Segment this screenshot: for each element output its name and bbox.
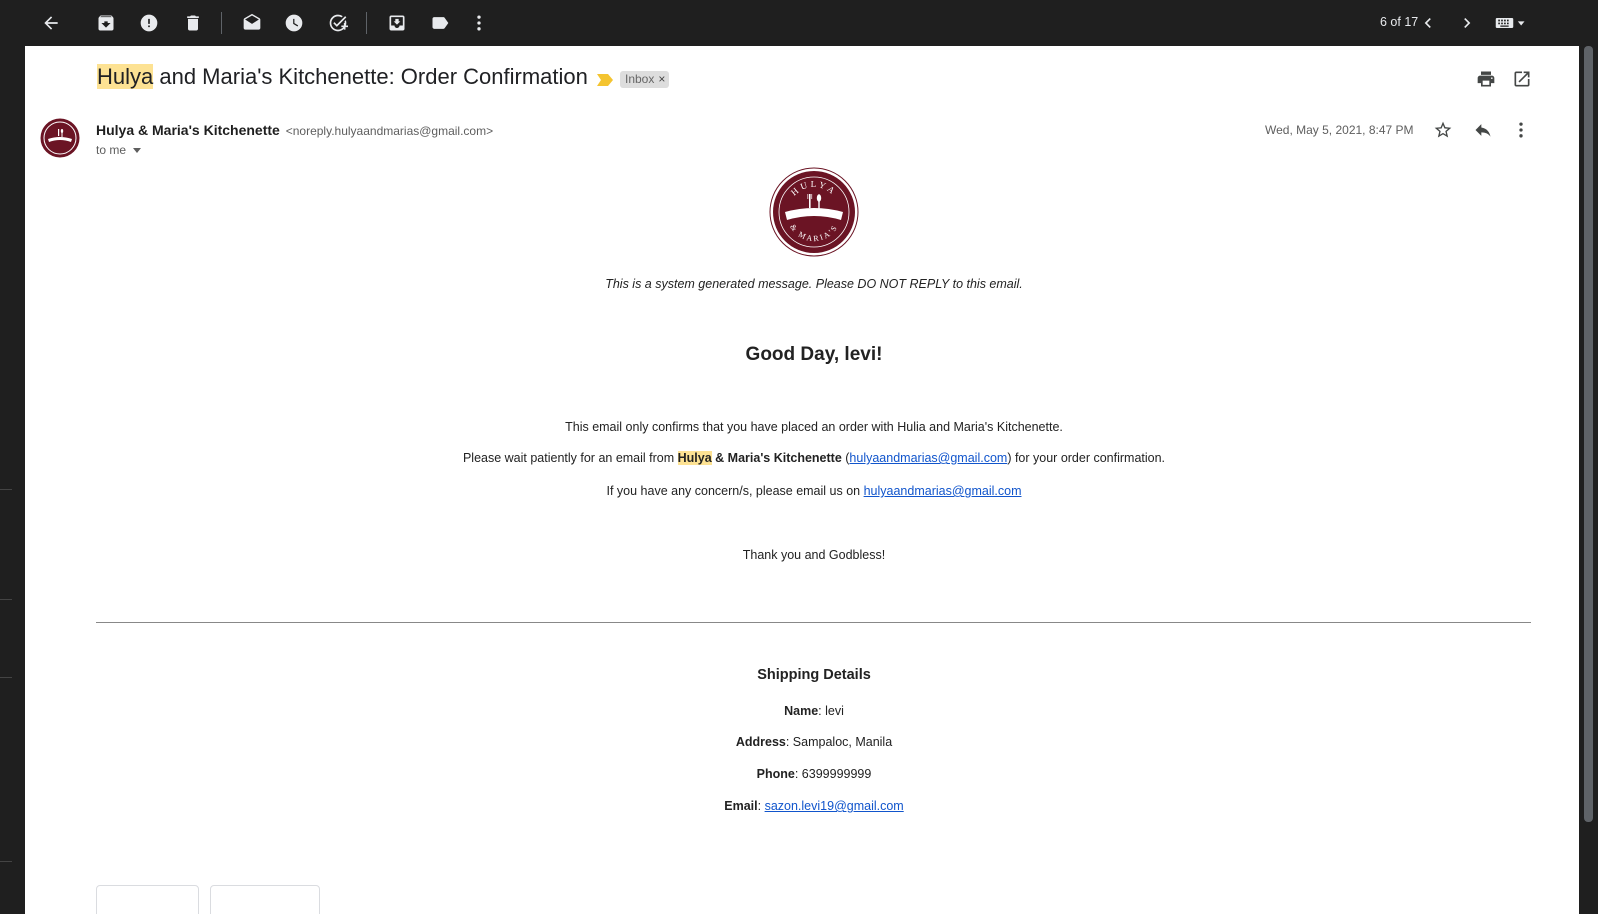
add-task-icon[interactable] — [326, 11, 350, 35]
more-vert-icon[interactable] — [467, 11, 491, 35]
concern-email-link[interactable]: hulyaandmarias@gmail.com — [864, 484, 1022, 498]
line3-prefix: If you have any concern/s, please email … — [606, 484, 864, 498]
shipping-name-row: Name: levi — [25, 704, 1579, 718]
inbox-label: Inbox — [625, 72, 655, 86]
shipping-email-row: Email: sazon.levi19@gmail.com — [25, 799, 1579, 813]
section-divider — [96, 622, 1531, 623]
shipping-title: Shipping Details — [757, 667, 871, 683]
to-line: to me — [96, 143, 127, 157]
email-separator: : — [757, 799, 765, 813]
sender-name[interactable]: Hulya & Maria's Kitchenette — [96, 122, 280, 138]
toolbar-divider — [221, 12, 222, 34]
shipping-address-row: Address: Sampaloc, Manila — [25, 735, 1579, 749]
remove-label-icon[interactable]: × — [658, 71, 665, 88]
email-subject: Hulya and Maria's Kitchenette: Order Con… — [97, 64, 588, 90]
print-icon[interactable] — [1475, 68, 1497, 90]
report-spam-icon[interactable] — [137, 11, 161, 35]
toolbar-divider — [366, 12, 367, 34]
line2-suffix: ) for your order confirmation. — [1007, 451, 1166, 465]
rail-divider — [0, 599, 12, 600]
importance-marker-icon[interactable] — [597, 74, 613, 86]
sender-email: <noreply.hulyaandmarias@gmail.com> — [285, 124, 494, 138]
forward-button[interactable] — [210, 885, 320, 914]
body-line-3: If you have any concern/s, please email … — [25, 484, 1579, 498]
subject-highlight: Hulya — [97, 64, 154, 89]
phone-label: Phone — [756, 767, 795, 781]
rail-divider — [0, 677, 12, 678]
email-date: Wed, May 5, 2021, 8:47 PM — [1265, 123, 1414, 137]
address-label: Address — [735, 735, 786, 749]
line2-bold: & Maria's Kitchenette — [711, 451, 842, 465]
scrollbar-thumb[interactable] — [1584, 46, 1593, 822]
line2-prefix: Please wait patiently for an email from — [462, 451, 678, 465]
body-line-1: This email only confirms that you have p… — [565, 420, 1063, 434]
phone-value: : 6399999999 — [794, 767, 872, 781]
reply-button[interactable] — [96, 885, 199, 914]
system-message: This is a system generated message. Plea… — [605, 277, 1023, 291]
newer-icon[interactable] — [1455, 11, 1479, 35]
kitchenette-email-link[interactable]: hulyaandmarias@gmail.com — [849, 451, 1007, 465]
sender-line: Hulya & Maria's Kitchenette <noreply.hul… — [96, 122, 493, 138]
shipping-phone-row: Phone: 6399999999 — [25, 767, 1579, 781]
archive-icon[interactable] — [94, 11, 118, 35]
gmail-toolbar: 6 of 17 — [0, 0, 1598, 46]
inbox-label-chip: Inbox × — [620, 71, 670, 88]
body-line-2: Please wait patiently for an email from … — [25, 451, 1579, 465]
greeting: Good Day, levi! — [745, 344, 883, 365]
label-icon[interactable] — [428, 11, 452, 35]
chevron-down-icon — [133, 147, 142, 153]
mark-unread-icon[interactable] — [240, 11, 264, 35]
subject-text: and Maria's Kitchenette: Order Confirmat… — [153, 64, 588, 89]
back-arrow-icon[interactable] — [39, 11, 63, 35]
keyboard-icon[interactable] — [1492, 11, 1532, 35]
recipients-toggle[interactable]: to me — [96, 143, 142, 157]
more-options-icon[interactable] — [1510, 119, 1532, 141]
address-value: : Sampaloc, Manila — [785, 735, 893, 749]
snooze-icon[interactable] — [282, 11, 306, 35]
message-view: Hulya and Maria's Kitchenette: Order Con… — [25, 46, 1579, 914]
message-counter: 6 of 17 — [1380, 15, 1419, 29]
older-icon[interactable] — [1416, 11, 1440, 35]
rail-divider — [0, 861, 12, 862]
customer-email-link[interactable]: sazon.levi19@gmail.com — [765, 799, 904, 813]
rail-divider — [0, 489, 12, 490]
name-label: Name — [784, 704, 819, 718]
line2-highlight: Hulya — [677, 451, 712, 465]
email-label: Email — [724, 799, 758, 813]
delete-icon[interactable] — [181, 11, 205, 35]
thanks-line: Thank you and Godbless! — [742, 548, 886, 562]
left-rail — [0, 46, 25, 914]
sender-avatar[interactable] — [40, 118, 80, 158]
star-icon[interactable] — [1432, 119, 1454, 141]
reply-icon[interactable] — [1472, 119, 1494, 141]
move-to-icon[interactable] — [385, 11, 409, 35]
open-in-new-window-icon[interactable] — [1511, 68, 1533, 90]
kitchenette-logo: HULYA & MARIA'S — [769, 167, 859, 257]
name-value: : levi — [818, 704, 844, 718]
